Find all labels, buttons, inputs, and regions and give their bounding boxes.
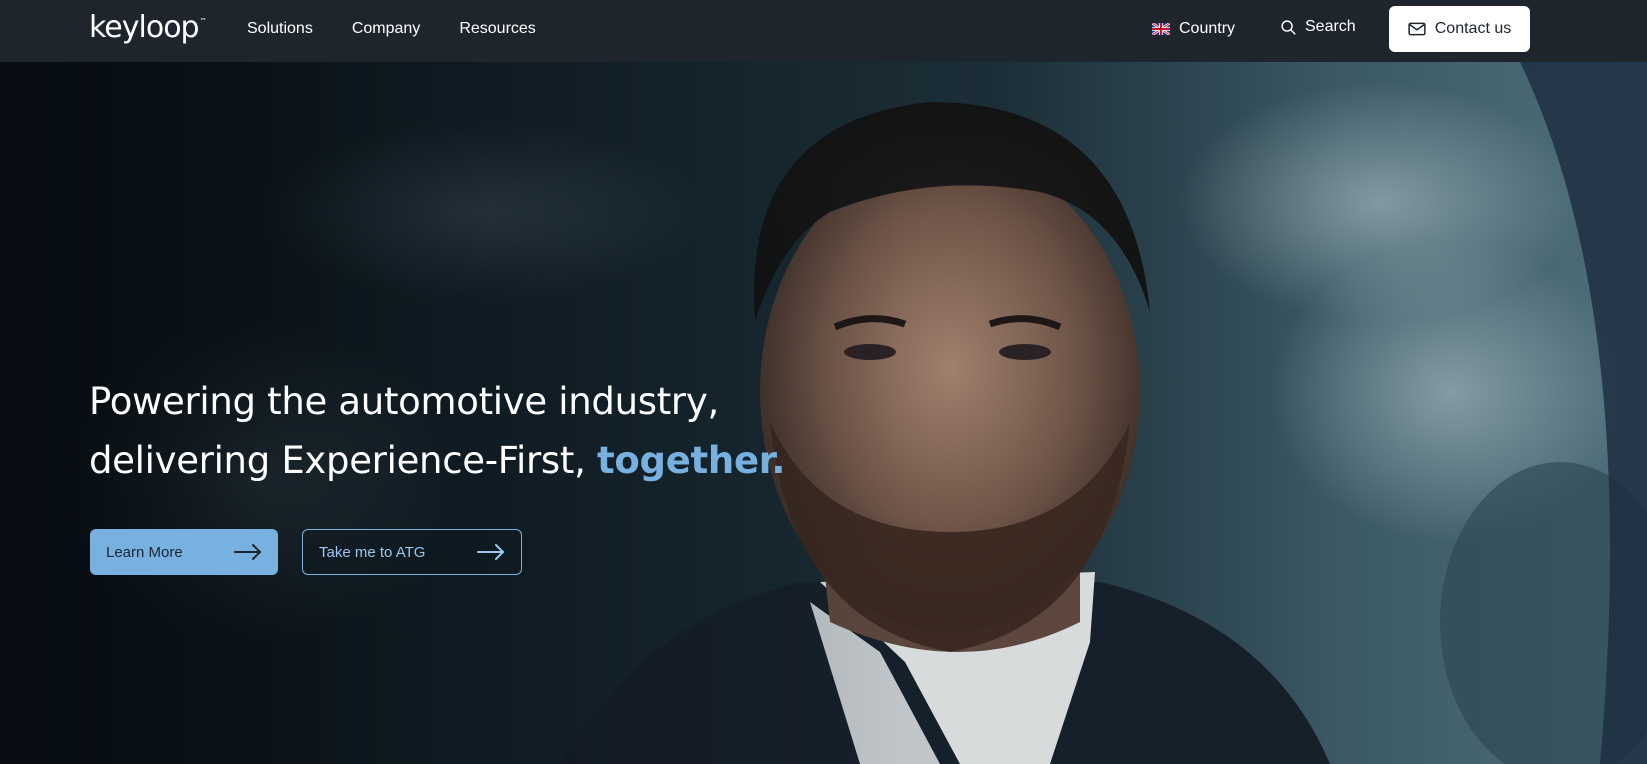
hero-cta-group: Learn More Take me to ATG — [90, 529, 522, 575]
country-selector[interactable]: Country — [1152, 18, 1235, 40]
arrow-right-icon — [234, 544, 261, 560]
hero-section: Powering the automotive industry, delive… — [0, 62, 1647, 764]
headline-line-2: delivering Experience-First, together. — [89, 431, 785, 490]
learn-more-button[interactable]: Learn More — [90, 529, 278, 575]
take-me-to-atg-button[interactable]: Take me to ATG — [302, 529, 522, 575]
learn-more-label: Learn More — [106, 543, 183, 561]
uk-flag-icon — [1152, 23, 1170, 35]
search-icon — [1281, 19, 1296, 35]
headline-accent: together. — [597, 439, 786, 482]
main-nav: Solutions Company Resources — [247, 0, 575, 58]
headline-line-2-text: delivering Experience-First, — [89, 439, 598, 482]
search-button[interactable]: Search — [1280, 16, 1356, 38]
header-actions: Country Search Contact us — [1047, 0, 1647, 58]
headline-line-1: Powering the automotive industry, — [89, 380, 719, 423]
search-label: Search — [1305, 18, 1356, 35]
logo-trademark: ™ — [199, 17, 207, 25]
nav-item-company[interactable]: Company — [352, 20, 420, 38]
nav-item-solutions[interactable]: Solutions — [247, 20, 313, 38]
hero-headline: Powering the automotive industry, delive… — [89, 372, 785, 490]
take-me-to-atg-label: Take me to ATG — [319, 543, 426, 561]
nav-item-resources[interactable]: Resources — [459, 20, 535, 38]
arrow-right-icon — [477, 544, 504, 560]
mail-icon — [1408, 22, 1426, 36]
country-label: Country — [1179, 20, 1236, 37]
top-navigation-bar: keyloop ™ Solutions Company Resources Cou… — [0, 0, 1647, 62]
logo-text: keyloop — [89, 10, 200, 45]
contact-us-label: Contact us — [1434, 20, 1512, 37]
page: keyloop ™ Solutions Company Resources Cou… — [0, 0, 1647, 764]
contact-us-button[interactable]: Contact us — [1389, 6, 1530, 52]
keyloop-logo[interactable]: keyloop ™ — [89, 8, 207, 48]
